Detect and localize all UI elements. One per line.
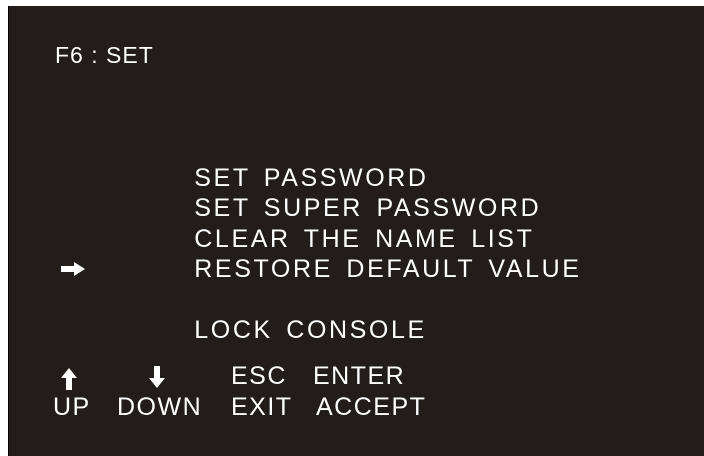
menu-item-lock-console[interactable]: LOCK CONSOLE <box>61 254 582 344</box>
right-arrow-icon <box>61 254 85 285</box>
menu-item-restore-default[interactable]: RESTORE DEFAULT VALUE <box>113 224 582 283</box>
up-arrow-icon <box>61 368 77 395</box>
down-hint-label: DOWN <box>117 393 203 421</box>
up-hint-label: UP <box>53 393 91 421</box>
menu-item-clear-name-list[interactable]: CLEAR THE NAME LIST <box>113 193 582 253</box>
esc-key-label: ESC <box>231 362 287 390</box>
settings-menu: SET PASSWORD SET SUPER PASSWORD CLEAR TH… <box>61 132 582 344</box>
menu-item-label: LOCK CONSOLE <box>194 316 427 344</box>
down-arrow-icon <box>149 366 165 393</box>
accept-hint-label: ACCEPT <box>316 393 427 421</box>
enter-key-label: ENTER <box>313 362 406 390</box>
exit-hint-label: EXIT <box>231 393 293 421</box>
osd-screen: F6 : SET SET PASSWORD SET SUPER PASSWORD… <box>8 6 704 456</box>
page-title: F6 : SET <box>55 42 154 68</box>
menu-item-set-password[interactable]: SET PASSWORD <box>113 132 582 192</box>
menu-item-set-super-password[interactable]: SET SUPER PASSWORD <box>113 163 582 222</box>
